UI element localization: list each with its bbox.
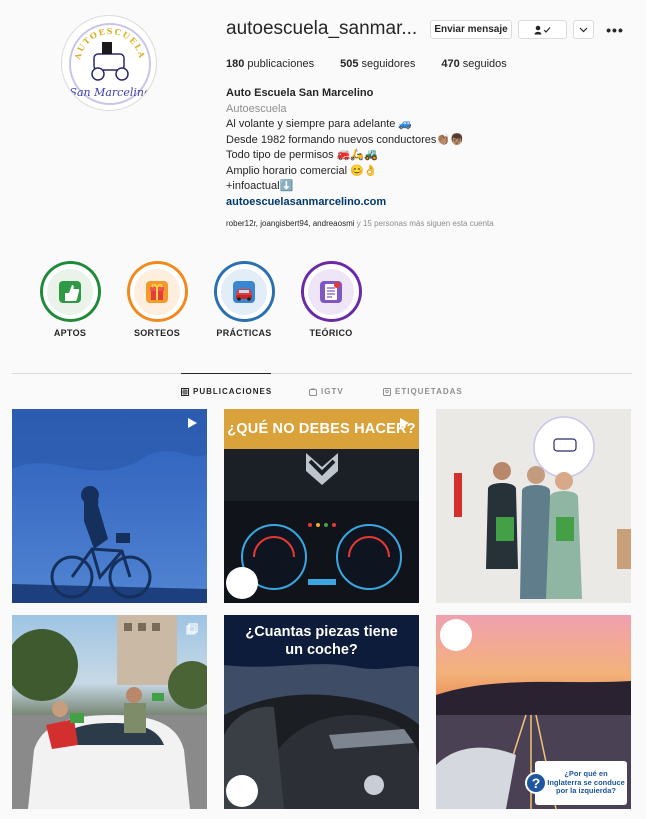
highlight-ring (216, 264, 272, 319)
post-thumbnail[interactable] (12, 409, 207, 603)
followed-by-users: rober12r, joangisbert94, andreaosmi (226, 219, 355, 228)
more-options-button[interactable]: ••• (606, 20, 624, 39)
highlight-ring (303, 264, 359, 319)
bio-line: Amplio horario comercial 😊👌 (226, 164, 378, 177)
students-photo-image (436, 409, 631, 603)
post-thumbnail[interactable]: ¿Cuantas piezas tiene un coche? (224, 615, 419, 809)
question-card: ? ¿Por qué en Inglaterra se conduce por … (525, 761, 627, 805)
question-mark-icon: ? (525, 772, 547, 794)
person-check-icon (534, 25, 550, 34)
followed-by[interactable]: rober12r, joangisbert94, andreaosmi y 15… (226, 219, 494, 228)
grid-icon (181, 387, 189, 396)
tab-label: IGTV (321, 387, 344, 396)
stat-followers-value: 505 (340, 58, 359, 70)
highlight-label: APTOS (53, 328, 87, 338)
following-button[interactable] (518, 20, 567, 39)
igtv-icon (309, 387, 317, 396)
stat-following-label: seguidos (462, 58, 507, 70)
highlight-label: SORTEOS (133, 328, 181, 338)
tag-icon (383, 387, 391, 396)
tab-igtv[interactable]: IGTV (309, 387, 344, 396)
stat-followers[interactable]: 505 seguidores (340, 58, 415, 70)
send-message-button[interactable]: Enviar mensaje (430, 20, 512, 39)
post-thumbnail[interactable] (436, 409, 631, 603)
thumbs-up-icon (47, 268, 93, 315)
highlight-practicas[interactable]: PRÁCTICAS (209, 264, 279, 338)
stat-following[interactable]: 470 seguidos (441, 58, 506, 70)
question-text: ¿Por qué en Inglaterra se conduce por la… (547, 769, 625, 796)
highlight-ring (129, 264, 185, 319)
highlight-teorico[interactable]: TEÓRICO (296, 264, 366, 338)
post-title: ¿QUÉ NO DEBES HACER? (227, 421, 416, 437)
bio-line: Desde 1982 formando nuevos conductores👏🏽… (226, 133, 464, 146)
stat-posts[interactable]: 180 publicaciones (226, 58, 314, 70)
post-thumbnail[interactable]: ¿QUÉ NO DEBES HACER? (224, 409, 419, 603)
highlight-label: TEÓRICO (309, 328, 353, 338)
bio-line: +infoactual⬇️ (226, 180, 294, 192)
celebration-car-image (12, 615, 207, 809)
chevron-down-icon (579, 27, 588, 32)
profile-full-name: Auto Escuela San Marcelino (226, 87, 374, 99)
highlight-ring (42, 264, 98, 319)
highlight-aptos[interactable]: APTOS (35, 264, 105, 338)
logo-script-text: San Marcelino (69, 86, 151, 99)
tab-publicaciones[interactable]: PUBLICACIONES (181, 387, 272, 396)
car-icon (221, 268, 267, 315)
car-parts-image (224, 664, 419, 809)
tab-label: PUBLICACIONES (193, 387, 273, 396)
gift-icon (134, 268, 180, 315)
followed-by-rest: y 15 personas más siguen esta cuenta (354, 219, 494, 228)
bio-line: Al volante y siempre para adelante 🚙 (226, 118, 413, 130)
highlight-label: PRÁCTICAS (216, 328, 272, 338)
profile-website-link[interactable]: autoescuelasanmarcelino.com (226, 195, 464, 211)
carousel-icon (186, 623, 198, 635)
tab-label: ETIQUETADAS (395, 387, 463, 396)
suggested-accounts-button[interactable] (573, 20, 594, 39)
profile-category: Autoescuela (226, 102, 287, 115)
tab-etiquetadas[interactable]: ETIQUETADAS (383, 387, 463, 396)
checklist-icon (308, 268, 354, 315)
profile-username: autoescuela_sanmar... (226, 18, 418, 39)
stat-posts-value: 180 (226, 58, 245, 70)
video-icon (188, 418, 197, 428)
active-tab-indicator (181, 373, 271, 374)
cyclist-silhouette-image (12, 409, 207, 603)
post-thumbnail[interactable] (12, 615, 207, 809)
logo-image: AUTOESCUELA San Marcelino (69, 23, 151, 105)
profile-bio: Auto Escuela San Marcelino Autoescuela A… (226, 86, 464, 210)
video-icon (400, 418, 409, 428)
bio-line: Todo tipo de permisos 🚒🛵🚜 (226, 149, 378, 161)
profile-stats: 180 publicaciones 505 seguidores 470 seg… (226, 58, 533, 70)
dashboard-image (224, 453, 419, 603)
stat-following-value: 470 (441, 58, 460, 70)
profile-avatar[interactable]: AUTOESCUELA San Marcelino (61, 15, 157, 111)
highlight-sorteos[interactable]: SORTEOS (122, 264, 192, 338)
stat-posts-label: publicaciones (247, 58, 315, 70)
stat-followers-label: seguidores (361, 58, 416, 70)
tabs-divider (12, 373, 632, 374)
post-thumbnail[interactable]: ? ¿Por qué en Inglaterra se conduce por … (436, 615, 631, 809)
